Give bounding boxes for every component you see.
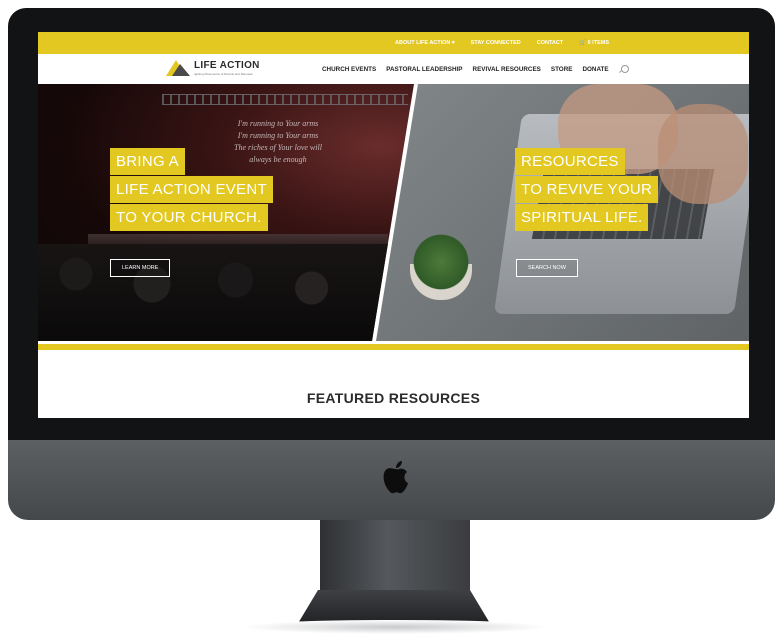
apple-logo-icon [383, 461, 408, 494]
accent-divider [38, 344, 749, 350]
logo-tagline: Igniting Movements of Revival and Renewa… [194, 71, 253, 76]
nav-pastoral-leadership[interactable]: PASTORAL LEADERSHIP [386, 66, 462, 73]
crowd-silhouettes [38, 244, 414, 341]
nav-donate[interactable]: DONATE [582, 66, 608, 73]
right-headline-line-3: SPIRITUAL LIFE. [515, 204, 649, 231]
lyrics-screen: I'm running to Your arms I'm running to … [234, 118, 322, 166]
stand-shadow [240, 620, 550, 634]
stay-connected-link[interactable]: STAY CONNECTED [471, 40, 521, 46]
website-screen: ABOUT LIFE ACTION ▾ STAY CONNECTED CONTA… [38, 32, 749, 418]
primary-menu: CHURCH EVENTS PASTORAL LEADERSHIP REVIVA… [322, 65, 629, 73]
nav-store[interactable]: STORE [551, 66, 573, 73]
left-headline-line-1: BRING A [110, 148, 185, 175]
right-headline-line-1: RESOURCES [515, 148, 625, 175]
featured-resources-heading: FEATURED RESOURCES [306, 390, 481, 406]
nav-revival-resources[interactable]: REVIVAL RESOURCES [473, 66, 541, 73]
plant-leaves [406, 234, 476, 290]
monitor-stand-neck [320, 520, 470, 598]
logo-text: LIFE ACTION [194, 59, 260, 71]
cart-link[interactable]: 🛒 0 ITEMS [579, 40, 609, 46]
search-icon[interactable] [620, 65, 629, 73]
lyric-line: I'm running to Your arms [237, 119, 319, 128]
top-utility-bar: ABOUT LIFE ACTION ▾ STAY CONNECTED CONTA… [38, 32, 749, 54]
lyric-line: always be enough [249, 155, 307, 164]
learn-more-button[interactable]: LEARN MORE [110, 259, 171, 277]
lyric-line: I'm running to Your arms [237, 131, 319, 140]
stage-truss [162, 94, 408, 105]
contact-link[interactable]: CONTACT [537, 40, 563, 46]
logo-triangle-icon [166, 60, 190, 76]
left-headline-line-2: LIFE ACTION EVENT [110, 176, 273, 203]
hand-shape [658, 104, 748, 204]
lyric-line: The riches of Your love will [234, 143, 322, 152]
main-navbar: LIFE ACTION Igniting Movements of Reviva… [38, 54, 749, 85]
about-life-action-link[interactable]: ABOUT LIFE ACTION ▾ [395, 40, 455, 46]
right-headline-line-2: TO REVIVE YOUR [515, 176, 659, 203]
left-headline-line-3: TO YOUR CHURCH. [110, 204, 268, 231]
hero-banner: I'm running to Your arms I'm running to … [38, 84, 749, 341]
site-logo[interactable]: LIFE ACTION Igniting Movements of Reviva… [166, 60, 260, 76]
nav-church-events[interactable]: CHURCH EVENTS [322, 66, 376, 73]
search-now-button[interactable]: SEARCH NOW [516, 259, 578, 277]
